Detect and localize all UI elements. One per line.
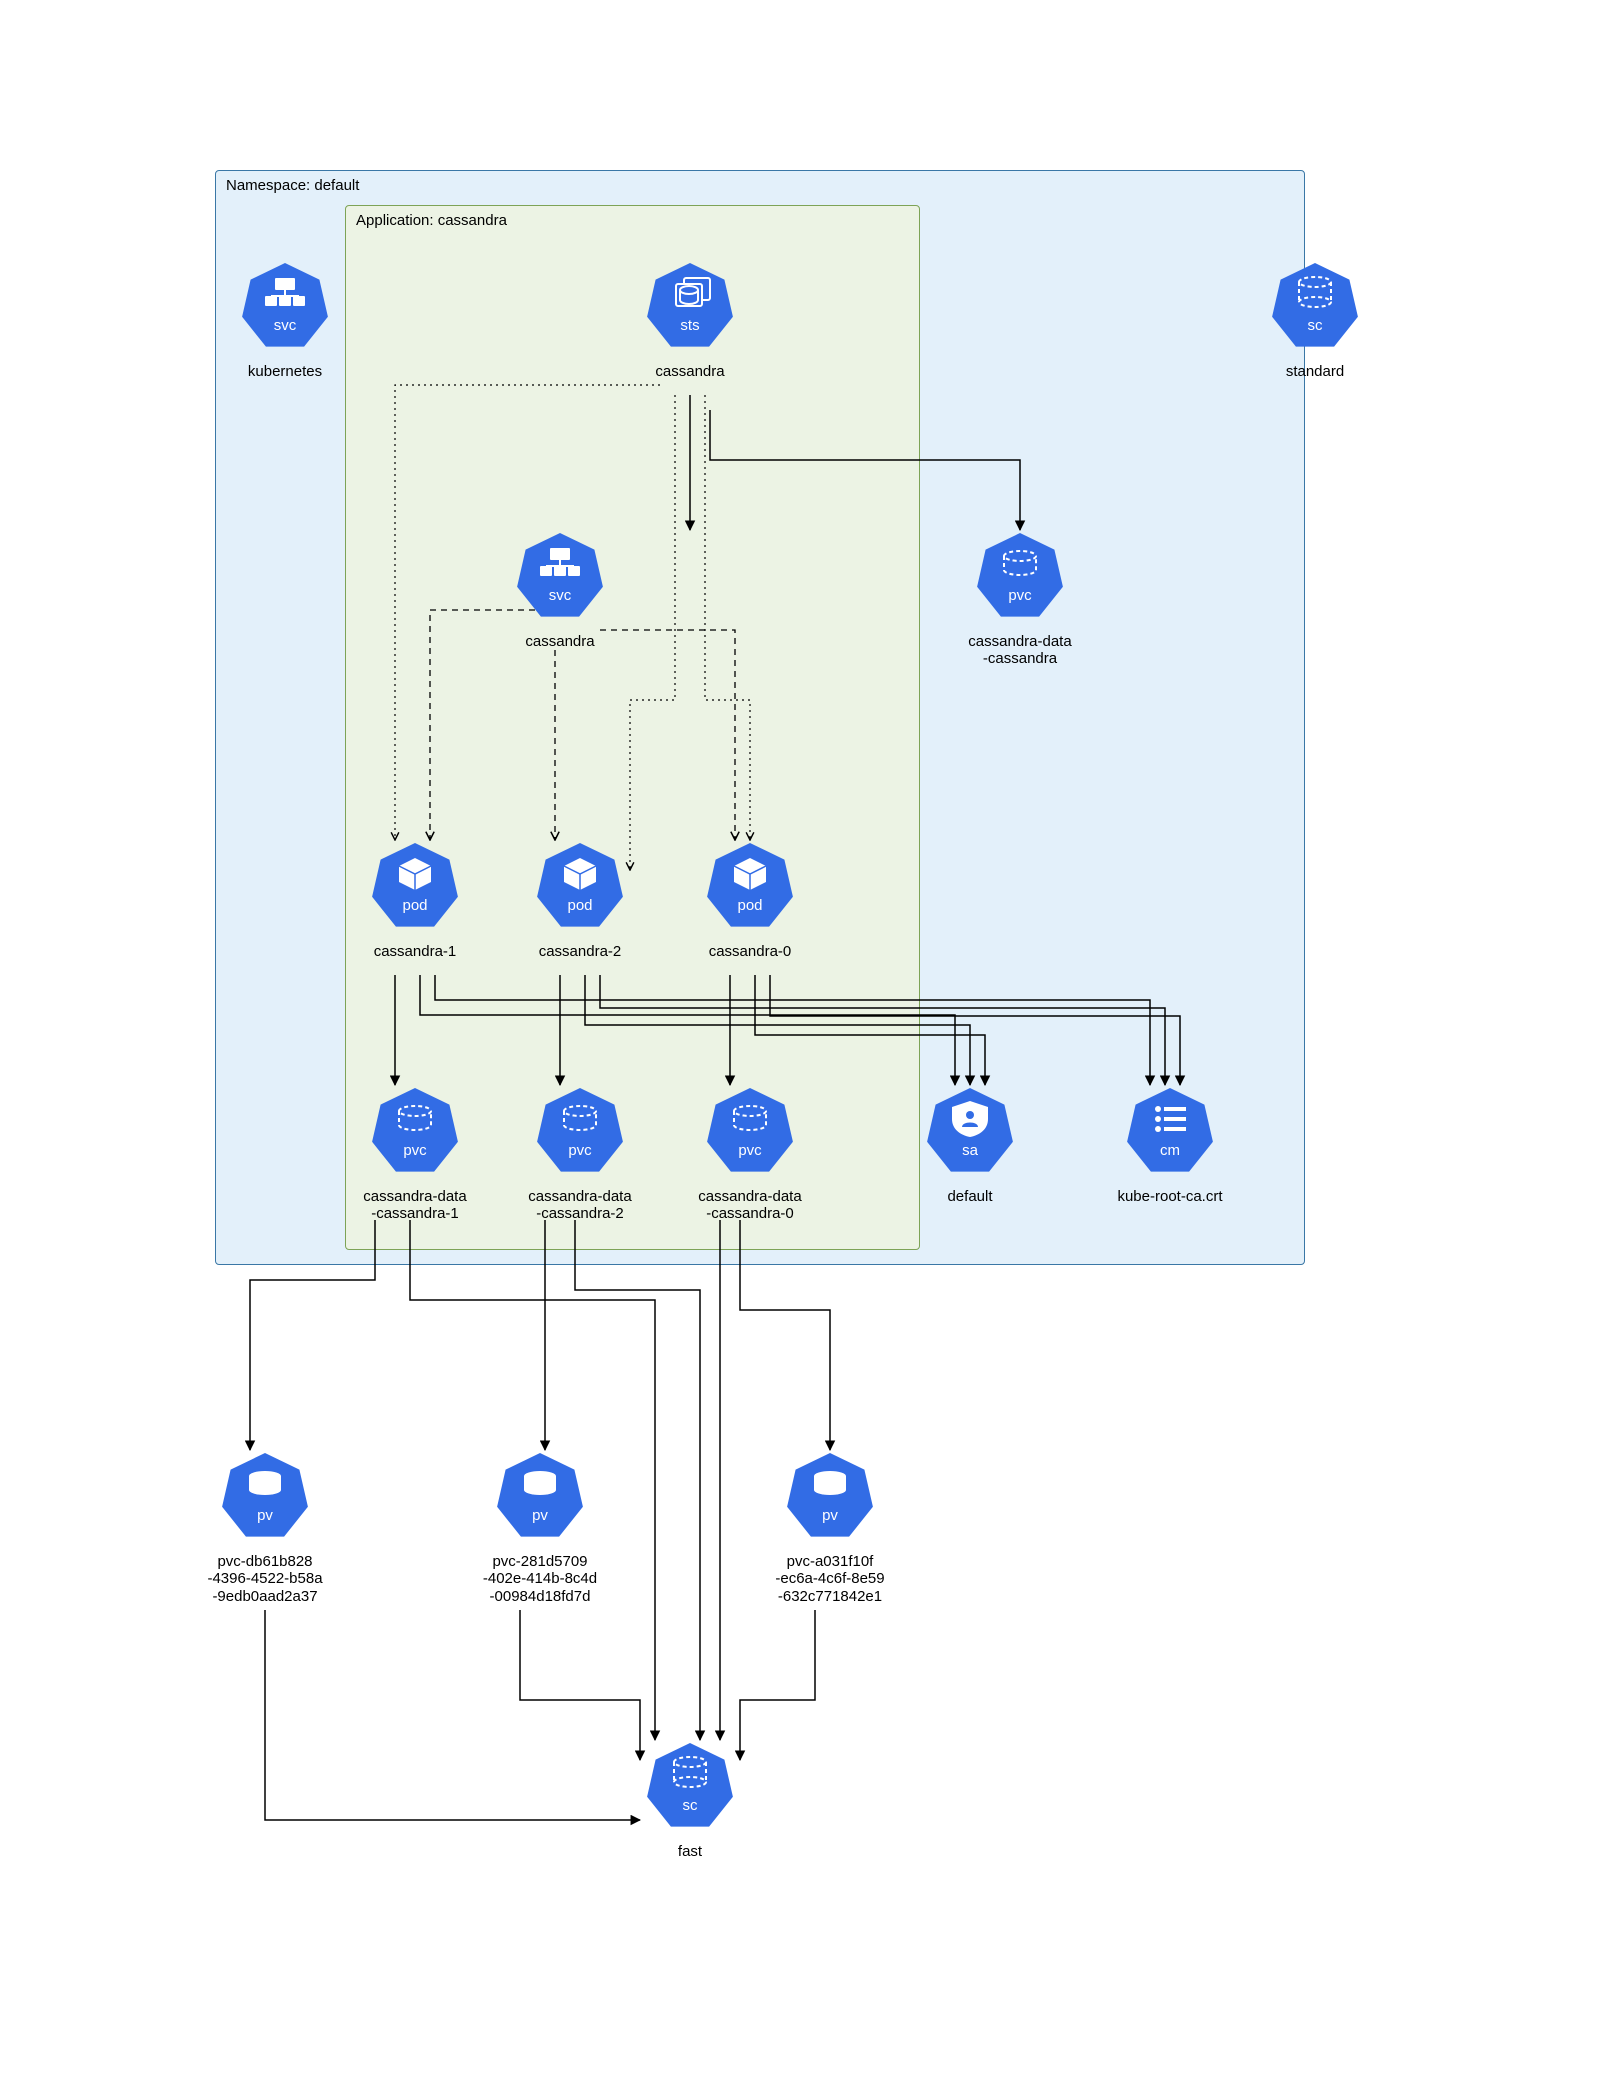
pvc-c1-node: pvc cassandra-data-cassandra-1 — [355, 1085, 475, 1223]
svc-kubernetes-node: svc kubernetes — [225, 260, 345, 380]
svc-cassandra-node: svc cassandra — [500, 530, 620, 650]
application-label: Application: cassandra — [356, 212, 507, 229]
node-label: cassandra-2 — [520, 943, 640, 960]
node-label: kubernetes — [225, 363, 345, 380]
svg-text:pv: pv — [257, 1507, 273, 1524]
pvc-icon: pvc — [706, 1085, 794, 1179]
pod-cassandra-0-node: pod cassandra-0 — [690, 840, 810, 960]
svg-text:pvc: pvc — [738, 1142, 762, 1159]
pvc-icon: pvc — [371, 1085, 459, 1179]
sc-standard-node: sc standard — [1255, 260, 1375, 380]
node-label: default — [910, 1188, 1030, 1205]
svg-text:svc: svc — [549, 587, 572, 604]
pod-icon: pod — [371, 840, 459, 934]
svg-text:svc: svc — [274, 317, 297, 334]
diagram-canvas: Namespace: default Application: cassandr… — [0, 0, 1617, 2079]
sa-default-node: sa default — [910, 1085, 1030, 1205]
svg-text:pod: pod — [567, 897, 592, 914]
svg-text:pod: pod — [402, 897, 427, 914]
node-label: cassandra-data-cassandra-1 — [355, 1188, 475, 1223]
svg-text:cm: cm — [1160, 1142, 1180, 1159]
node-label: cassandra-1 — [355, 943, 475, 960]
svg-text:sts: sts — [680, 317, 699, 334]
svg-text:pod: pod — [737, 897, 762, 914]
node-label: pvc-db61b828-4396-4522-b58a-9edb0aad2a37 — [205, 1553, 325, 1605]
svg-text:pv: pv — [532, 1507, 548, 1524]
pv-icon: pv — [786, 1450, 874, 1544]
namespace-label: Namespace: default — [226, 177, 359, 194]
pv-icon: pv — [221, 1450, 309, 1544]
node-label: cassandra-0 — [690, 943, 810, 960]
svg-text:pvc: pvc — [1008, 587, 1032, 604]
sc-fast-node: sc fast — [630, 1740, 750, 1860]
svc-icon: svc — [516, 530, 604, 624]
svg-text:pv: pv — [822, 1507, 838, 1524]
cm-icon: cm — [1126, 1085, 1214, 1179]
node-label: standard — [1255, 363, 1375, 380]
node-label: cassandra-data-cassandra-2 — [520, 1188, 640, 1223]
pod-cassandra-2-node: pod cassandra-2 — [520, 840, 640, 960]
pvc-cd-node: pvc cassandra-data-cassandra — [960, 530, 1080, 668]
svg-text:sa: sa — [962, 1142, 979, 1159]
pod-cassandra-1-node: pod cassandra-1 — [355, 840, 475, 960]
node-label: cassandra — [500, 633, 620, 650]
pod-icon: pod — [706, 840, 794, 934]
node-label: pvc-a031f10f-ec6a-4c6f-8e59-632c771842e1 — [770, 1553, 890, 1605]
pod-icon: pod — [536, 840, 624, 934]
sc-icon: sc — [646, 1740, 734, 1834]
pv-1-node: pv pvc-db61b828-4396-4522-b58a-9edb0aad2a… — [205, 1450, 325, 1605]
node-label: cassandra — [630, 363, 750, 380]
svc-icon: svc — [241, 260, 329, 354]
sa-icon: sa — [926, 1085, 1014, 1179]
pvc-icon: pvc — [536, 1085, 624, 1179]
pvc-c2-node: pvc cassandra-data-cassandra-2 — [520, 1085, 640, 1223]
pv-icon: pv — [496, 1450, 584, 1544]
pv-0-node: pv pvc-a031f10f-ec6a-4c6f-8e59-632c771842… — [770, 1450, 890, 1605]
node-label: fast — [630, 1843, 750, 1860]
svg-text:pvc: pvc — [568, 1142, 592, 1159]
svg-text:sc: sc — [683, 1797, 699, 1814]
cm-kube-node: cm kube-root-ca.crt — [1110, 1085, 1230, 1205]
node-label: kube-root-ca.crt — [1110, 1188, 1230, 1205]
sts-cassandra-node: sts cassandra — [630, 260, 750, 380]
pv-2-node: pv pvc-281d5709-402e-414b-8c4d-00984d18fd… — [480, 1450, 600, 1605]
node-label: cassandra-data-cassandra — [960, 633, 1080, 668]
node-label: cassandra-data-cassandra-0 — [690, 1188, 810, 1223]
sts-icon: sts — [646, 260, 734, 354]
pvc-icon: pvc — [976, 530, 1064, 624]
sc-icon: sc — [1271, 260, 1359, 354]
node-label: pvc-281d5709-402e-414b-8c4d-00984d18fd7d — [480, 1553, 600, 1605]
svg-text:sc: sc — [1308, 317, 1324, 334]
pvc-c0-node: pvc cassandra-data-cassandra-0 — [690, 1085, 810, 1223]
svg-text:pvc: pvc — [403, 1142, 427, 1159]
